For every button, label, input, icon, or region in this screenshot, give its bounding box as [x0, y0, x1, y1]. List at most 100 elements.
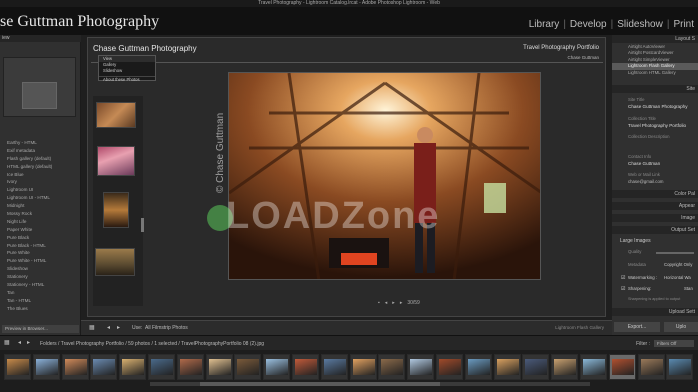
template-item[interactable]: Tan: [0, 289, 81, 297]
next-photo-icon[interactable]: ▸: [117, 324, 120, 331]
filmstrip-thumbnail[interactable]: [234, 354, 262, 380]
template-item[interactable]: Pure White - HTML: [0, 257, 81, 265]
sharpening-select[interactable]: Stan: [684, 286, 693, 291]
export-button[interactable]: Export...: [614, 322, 660, 332]
template-item[interactable]: Pure Black: [0, 234, 81, 242]
thumbnail-scrollbar[interactable]: [141, 218, 144, 232]
template-item[interactable]: Pure Black - HTML: [0, 242, 81, 250]
template-item[interactable]: HTML gallery (default): [0, 163, 81, 171]
web-link-field[interactable]: chase@gmail.com: [628, 179, 663, 184]
module-library[interactable]: Library: [529, 19, 560, 30]
template-item[interactable]: Lightroom UI - HTML: [0, 194, 81, 202]
preview-in-browser-button[interactable]: Preview in Browser...: [2, 325, 79, 333]
template-item[interactable]: Pure White: [0, 249, 81, 257]
appearance-header[interactable]: Appear: [612, 202, 698, 210]
view-menu[interactable]: View Gallery Slideshow About these Photo…: [98, 55, 156, 82]
template-item[interactable]: Ice Blue: [0, 171, 81, 179]
template-item[interactable]: Mossy Rock: [0, 210, 81, 218]
menu-item-slideshow[interactable]: Slideshow: [99, 68, 155, 74]
filmstrip-thumbnail[interactable]: [292, 354, 319, 380]
next-arrow-icon[interactable]: ▸: [400, 300, 403, 306]
watermarking-checkbox[interactable]: ☑: [621, 275, 625, 281]
menu-item-about[interactable]: About these Photos: [99, 76, 155, 82]
quality-slider[interactable]: [656, 252, 694, 254]
contact-info-field[interactable]: Chase Guttman: [628, 161, 660, 166]
prev-photo-icon[interactable]: ◂: [107, 324, 110, 331]
filmstrip-thumbnail[interactable]: [148, 354, 175, 380]
gallery-thumbnail[interactable]: [95, 248, 135, 276]
filmstrip-thumbnail[interactable]: [90, 354, 118, 380]
use-selector[interactable]: All Filmstrip Photos: [145, 325, 188, 331]
filmstrip-thumbnail[interactable]: [205, 354, 233, 380]
upload-settings-header[interactable]: Upload Sett: [612, 308, 698, 316]
template-item[interactable]: Stationery - HTML: [0, 281, 81, 289]
template-item[interactable]: Tan - HTML: [0, 297, 81, 305]
filmstrip-thumbnail[interactable]: [378, 354, 406, 380]
filmstrip-thumbnail[interactable]: [493, 354, 521, 380]
filmstrip-thumbnail[interactable]: [522, 354, 550, 380]
filmstrip-thumbnail-image: [266, 359, 289, 375]
module-separator: |: [666, 19, 670, 30]
filmstrip-thumbnail[interactable]: [436, 354, 463, 380]
gallery-thumbnail[interactable]: [97, 146, 135, 176]
template-item[interactable]: Midnight: [0, 202, 81, 210]
filmstrip-thumbnail[interactable]: [580, 354, 607, 380]
image-info-header[interactable]: Image: [612, 214, 698, 222]
watermarking-select[interactable]: Horizontal Wa: [664, 275, 691, 280]
collection-title-field[interactable]: Travel Photography Portfolio: [628, 123, 686, 128]
metadata-select[interactable]: Copyright Only: [664, 262, 692, 267]
filmstrip-thumbnail[interactable]: [119, 354, 147, 380]
site-title-field[interactable]: Chase Guttman Photography: [628, 104, 688, 109]
site-info-header[interactable]: Site: [612, 85, 698, 93]
filmstrip-thumbnail[interactable]: [4, 354, 31, 380]
module-develop[interactable]: Develop: [570, 19, 607, 30]
filmstrip-scroll-thumb[interactable]: [200, 382, 440, 386]
template-item[interactable]: Ivory: [0, 178, 81, 186]
filter-select[interactable]: Filters Off: [654, 340, 694, 347]
sharpening-checkbox[interactable]: ☑: [621, 286, 625, 292]
upload-button[interactable]: Uplo: [664, 322, 698, 332]
template-item[interactable]: Slideshow: [0, 265, 81, 273]
filmstrip-thumbnail[interactable]: [349, 354, 377, 380]
grid-icon[interactable]: ▪: [378, 300, 380, 306]
template-item[interactable]: Earthy - HTML: [0, 139, 81, 147]
play-icon[interactable]: ▸: [392, 300, 395, 306]
template-item[interactable]: Lightroom UI: [0, 186, 81, 194]
grid-icon[interactable]: ▦: [4, 339, 10, 346]
filmstrip-thumbnail[interactable]: [263, 354, 291, 380]
filmstrip-thumbnail[interactable]: [320, 354, 348, 380]
color-palette-header[interactable]: Color Pal: [612, 190, 698, 198]
layout-style-header[interactable]: Layout S: [612, 35, 698, 43]
filmstrip-thumbnail[interactable]: [32, 354, 60, 380]
template-item[interactable]: The Blues: [0, 305, 81, 313]
filmstrip-thumbnail[interactable]: [666, 354, 694, 380]
output-settings-header[interactable]: Output Set: [612, 226, 698, 234]
template-item[interactable]: Paper White: [0, 226, 81, 234]
filmstrip-thumbnail[interactable]: [407, 354, 435, 380]
filmstrip-thumbnail[interactable]: [637, 354, 665, 380]
identity-plate-bar: se Guttman Photography Library | Develop |…: [0, 7, 698, 35]
collection-description-label[interactable]: Collection Description: [628, 134, 670, 139]
prev-arrow-icon[interactable]: ◂: [385, 300, 388, 306]
filmstrip-thumbnail[interactable]: [464, 354, 492, 380]
module-print[interactable]: Print: [673, 19, 694, 30]
module-slideshow[interactable]: Slideshow: [617, 19, 663, 30]
grid-view-icon[interactable]: ▦: [89, 324, 95, 331]
filmstrip-path[interactable]: Folders / Travel Photography Portfolio /…: [40, 341, 264, 347]
filmstrip-thumbnail-image: [295, 359, 317, 375]
gallery-thumbnail[interactable]: [103, 192, 129, 228]
template-item[interactable]: Flash gallery (default): [0, 155, 81, 163]
layout-style-item[interactable]: Lightroom HTML Gallery: [612, 70, 698, 76]
gallery-thumbnail[interactable]: [96, 102, 136, 128]
filmstrip-thumbnail[interactable]: [176, 354, 204, 380]
filmstrip-thumbnail[interactable]: [61, 354, 89, 380]
right-panel: Layout S Airtight AutoViewer Airtight Po…: [612, 35, 698, 335]
template-item[interactable]: Exif metadata: [0, 147, 81, 155]
back-arrow-icon[interactable]: ◂: [18, 339, 21, 346]
forward-arrow-icon[interactable]: ▸: [27, 339, 30, 346]
template-item[interactable]: Stationery: [0, 273, 81, 281]
filmstrip-thumbnail[interactable]: [551, 354, 579, 380]
template-item[interactable]: Night Life: [0, 218, 81, 226]
preview-panel-header[interactable]: iew: [0, 35, 81, 42]
filmstrip-thumbnail[interactable]: [608, 354, 636, 380]
